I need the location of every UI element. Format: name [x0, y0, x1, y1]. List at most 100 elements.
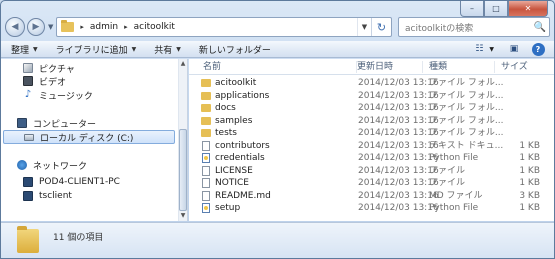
file-size: 1 KB: [519, 153, 540, 163]
file-row[interactable]: contributors 2014/12/03 13:16 テキスト ドキュ... 1…: [189, 140, 554, 152]
explorer-window: – □ ✕ ◀ ▶ ▼ ▸ admin ▸ acitoolkit ▼ ↻ aci…: [0, 0, 555, 259]
nav-item-network[interactable]: ネットワーク: [1, 158, 179, 172]
view-options-icon[interactable]: ☷: [469, 42, 489, 56]
file-date: 2014/12/03 13:16: [358, 178, 439, 188]
help-icon: ?: [531, 42, 545, 56]
breadcrumb-separator-icon[interactable]: ▸: [80, 23, 84, 31]
column-type[interactable]: 種類: [423, 61, 495, 73]
file-row[interactable]: docs 2014/12/03 13:16 ファイル フォル...: [189, 102, 554, 114]
search-input[interactable]: acitoolkitの検索: [405, 21, 531, 34]
file-size: 1 KB: [519, 140, 540, 151]
file-row[interactable]: samples 2014/12/03 13:16 ファイル フォル...: [189, 115, 554, 127]
chevron-down-icon: ▼: [176, 45, 181, 53]
breadcrumb-separator-icon[interactable]: ▸: [124, 23, 128, 31]
file-size: 3 KB: [519, 190, 540, 201]
file-size: 1 KB: [519, 203, 540, 213]
nav-item-label: ビデオ: [39, 77, 67, 88]
file-row[interactable]: applications 2014/12/03 13:16 ファイル フォル...: [189, 90, 554, 102]
new-folder-button[interactable]: 新しいフォルダー: [199, 43, 271, 56]
network-icon: [17, 160, 27, 170]
videos-icon: [23, 76, 33, 86]
folder-icon: [201, 129, 211, 137]
file-date: 2014/12/03 13:16: [358, 128, 439, 138]
nav-item-videos[interactable]: ビデオ: [1, 74, 179, 88]
folder-icon: [17, 226, 39, 253]
scroll-down-arrow-icon[interactable]: ▼: [179, 211, 187, 221]
computer-icon: [23, 191, 33, 201]
computer-icon: [17, 118, 27, 128]
column-name[interactable]: 名前: [197, 61, 357, 73]
address-dropdown-icon[interactable]: ▼: [357, 18, 371, 36]
preview-pane-icon[interactable]: ▣: [504, 42, 524, 56]
breadcrumb-label[interactable]: admin: [90, 22, 118, 32]
new-folder-label: 新しいフォルダー: [198, 45, 271, 56]
search-box[interactable]: acitoolkitの検索 🔍: [398, 17, 550, 37]
navigation-row: ◀ ▶ ▼ ▸ admin ▸ acitoolkit ▼ ↻ acitoolki…: [5, 15, 550, 39]
file-date: 2014/12/03 13:16: [358, 78, 439, 88]
navigation-scrollbar[interactable]: ▲ ▼: [178, 59, 187, 221]
nav-item-label: POD4-CLIENT1-PC: [39, 177, 120, 187]
file-row[interactable]: acitoolkit 2014/12/03 13:16 ファイル フォル...: [189, 77, 554, 89]
music-note-icon: ♪: [24, 89, 32, 100]
add-to-library-label: ライブラリに追加: [55, 45, 128, 56]
folder-icon: [201, 79, 211, 87]
nav-item-music[interactable]: ♪ ミュージック: [1, 88, 179, 102]
computer-icon: [23, 177, 33, 187]
file-name: acitoolkit: [215, 78, 257, 88]
nav-item-tsclient[interactable]: tsclient: [1, 189, 179, 203]
column-date[interactable]: 更新日時: [351, 61, 423, 73]
file-type: MD ファイル: [429, 190, 483, 201]
organize-menu[interactable]: 整理 ▼: [11, 43, 38, 56]
scroll-thumb[interactable]: [179, 129, 187, 211]
file-type: ファイル フォル...: [429, 90, 504, 101]
address-controls: ▼ ↻: [357, 18, 391, 36]
file-row[interactable]: LICENSE 2014/12/03 13:16 ファイル 1 KB: [189, 165, 554, 177]
file-name: tests: [215, 128, 237, 138]
file-type: ファイル フォル...: [429, 103, 504, 113]
refresh-icon[interactable]: ↻: [371, 18, 391, 36]
add-to-library-menu[interactable]: ライブラリに追加 ▼: [56, 43, 137, 56]
column-size[interactable]: サイズ: [495, 61, 545, 73]
nav-item-pictures[interactable]: ピクチャ: [1, 61, 179, 75]
nav-item-label: ネットワーク: [33, 161, 88, 172]
file-row[interactable]: README.md 2014/12/03 13:16 MD ファイル 3 KB: [189, 190, 554, 202]
forward-button[interactable]: ▶: [27, 18, 45, 36]
file-date: 2014/12/03 13:16: [358, 190, 439, 201]
nav-item-computer[interactable]: コンピューター: [1, 116, 179, 130]
nav-item-local-disk[interactable]: ローカル ディスク (C:): [3, 130, 175, 144]
breadcrumb-acitoolkit[interactable]: ▸ acitoolkit: [124, 22, 175, 32]
folder-icon: [61, 20, 75, 32]
file-date: 2014/12/03 13:16: [358, 115, 439, 126]
file-name: applications: [215, 90, 270, 101]
file-type: ファイル: [429, 165, 466, 176]
breadcrumb-admin[interactable]: ▸ admin: [80, 22, 118, 32]
file-type: ファイル フォル...: [429, 128, 504, 138]
recent-pages-dropdown[interactable]: ▼: [48, 23, 53, 31]
help-button[interactable]: ?: [528, 42, 548, 56]
scroll-up-arrow-icon[interactable]: ▲: [179, 59, 187, 69]
nav-item-label: tsclient: [39, 191, 72, 201]
file-date: 2014/12/03 13:16: [358, 103, 439, 113]
breadcrumb-label[interactable]: acitoolkit: [134, 22, 175, 32]
file-date: 2014/12/03 13:16: [358, 140, 439, 151]
file-row[interactable]: tests 2014/12/03 13:16 ファイル フォル...: [189, 127, 554, 139]
navigation-pane: ピクチャ ビデオ ♪ ミュージック コンピューター ローカル ディスク (C:)…: [1, 59, 188, 221]
nav-item-pod4-client1-pc[interactable]: POD4-CLIENT1-PC: [1, 175, 179, 189]
file-type: ファイル: [429, 178, 466, 188]
python-file-icon: [202, 203, 210, 213]
file-row[interactable]: NOTICE 2014/12/03 13:16 ファイル 1 KB: [189, 177, 554, 189]
share-menu[interactable]: 共有 ▼: [154, 43, 181, 56]
file-icon: [202, 178, 210, 188]
column-headers: 名前 更新日時 種類 サイズ: [189, 59, 554, 75]
file-type: Python File: [429, 153, 479, 163]
file-row[interactable]: setup 2014/12/03 13:16 Python File 1 KB: [189, 202, 554, 214]
file-row[interactable]: credentials 2014/12/03 13:16 Python File 1 …: [189, 152, 554, 164]
file-date: 2014/12/03 13:16: [358, 203, 439, 213]
folder-icon: [201, 116, 211, 125]
back-button[interactable]: ◀: [5, 17, 25, 37]
view-controls: ☷ ▼ ▣ ?: [465, 42, 548, 56]
organize-label: 整理: [11, 45, 30, 56]
chevron-down-icon[interactable]: ▼: [489, 46, 494, 53]
search-icon[interactable]: 🔍: [531, 22, 549, 33]
address-bar[interactable]: ▸ admin ▸ acitoolkit ▼ ↻: [56, 17, 392, 37]
